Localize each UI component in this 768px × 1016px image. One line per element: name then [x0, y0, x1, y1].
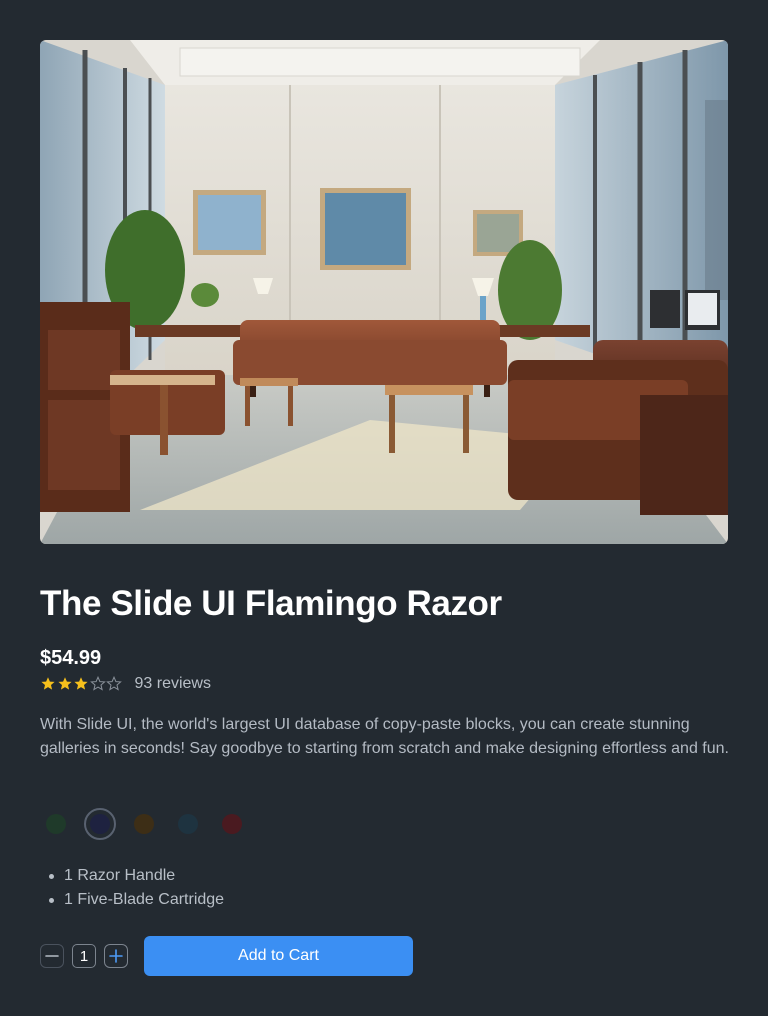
star-empty-icon [89, 676, 106, 691]
color-swatch[interactable] [40, 808, 72, 840]
star-filled-icon [74, 677, 88, 690]
color-dot [178, 814, 198, 834]
product-price: $54.99 [40, 647, 102, 669]
color-dot [222, 814, 242, 834]
product-description: With Slide UI, the world's largest UI da… [40, 716, 729, 757]
star-rating [40, 676, 123, 692]
product-page: The Slide UI Flamingo Razor $54.99 93 re… [0, 0, 768, 1016]
feature-item: 1 Five-Blade Cartridge [40, 888, 224, 912]
rating: 93 reviews [40, 674, 211, 694]
color-dot [46, 814, 66, 834]
star-filled-icon [57, 677, 72, 690]
plus-icon [109, 949, 123, 963]
color-swatch[interactable] [172, 808, 204, 840]
star-filled-icon [41, 677, 55, 690]
color-dot [134, 814, 154, 834]
feature-list: 1 Razor Handle 1 Five-Blade Cartridge [40, 864, 224, 912]
quantity-value[interactable]: 1 [72, 944, 96, 968]
color-options [40, 807, 260, 841]
decrease-button[interactable] [40, 944, 64, 968]
color-swatch[interactable] [216, 808, 248, 840]
color-swatch[interactable] [128, 808, 160, 840]
color-swatch[interactable] [84, 808, 116, 840]
add-to-cart-button[interactable]: Add to Cart [144, 936, 413, 976]
color-dot [90, 814, 110, 834]
product-title: The Slide UI Flamingo Razor [40, 584, 502, 623]
increase-button[interactable] [104, 944, 128, 968]
product-image [40, 40, 728, 544]
quantity-stepper: 1 [40, 944, 128, 968]
reviews-link[interactable]: 93 reviews [135, 675, 211, 693]
star-empty-icon [106, 676, 122, 691]
feature-item: 1 Razor Handle [40, 864, 224, 888]
minus-icon [45, 955, 59, 957]
